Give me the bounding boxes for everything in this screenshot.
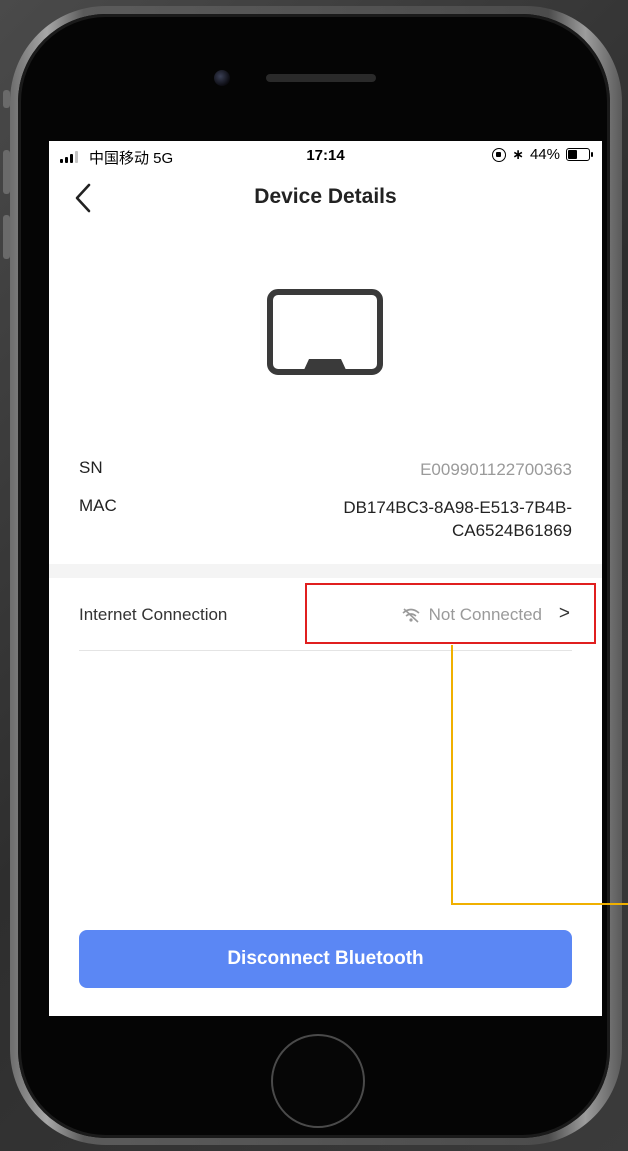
volume-up-button: [3, 150, 10, 194]
row-divider: [79, 650, 572, 651]
page-title: Device Details: [254, 185, 397, 208]
section-separator: [49, 564, 602, 578]
status-bar: 中国移动 5G 17:14 ∗ 44%: [49, 141, 602, 173]
mac-row: MAC DB174BC3-8A98-E513-7B4B- CA6524B6186…: [79, 496, 572, 544]
battery-percent: 44%: [529, 146, 560, 163]
bluetooth-icon: ∗: [512, 146, 524, 162]
internet-connection-label: Internet Connection: [79, 605, 228, 624]
annotation-highlight-box: [305, 583, 596, 644]
sn-label: SN: [79, 458, 103, 477]
orientation-lock-icon: [492, 147, 507, 162]
tablet-device-icon: [267, 289, 383, 375]
volume-down-button: [3, 215, 10, 259]
mac-label: MAC: [79, 496, 117, 515]
sn-value: E009901122700363: [420, 460, 572, 479]
earpiece-speaker: [266, 74, 376, 82]
mac-value: DB174BC3-8A98-E513-7B4B- CA6524B61869: [343, 496, 572, 542]
mac-value-line1: DB174BC3-8A98-E513-7B4B-: [343, 498, 572, 517]
disconnect-bluetooth-button[interactable]: Disconnect Bluetooth: [79, 930, 572, 988]
front-camera: [214, 70, 230, 86]
home-button[interactable]: [271, 1034, 365, 1128]
app-screen: 中国移动 5G 17:14 ∗ 44% Device Details SN E0…: [49, 141, 602, 1016]
navigation-bar: Device Details: [49, 175, 602, 219]
battery-icon: [566, 148, 593, 161]
mute-switch: [3, 90, 10, 108]
status-indicators: ∗ 44%: [492, 146, 593, 163]
mac-value-line2: CA6524B61869: [451, 521, 572, 540]
annotation-callout-line: [451, 903, 628, 905]
annotation-callout-line: [451, 645, 453, 905]
